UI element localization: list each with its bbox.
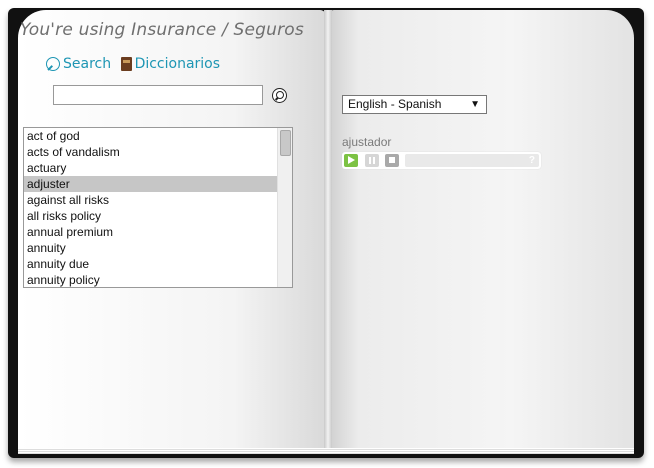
stop-icon[interactable] [385, 154, 399, 167]
pause-icon[interactable] [365, 154, 379, 167]
search-link-label: Search [63, 56, 112, 72]
translation-result: ajustador [342, 135, 392, 149]
list-item[interactable]: annuity due [24, 256, 292, 272]
list-item[interactable]: annual premium [24, 224, 292, 240]
page-title: You're using Insurance / Seguros [20, 20, 304, 40]
list-item[interactable]: annuity policy [24, 272, 292, 287]
list-item[interactable]: all risks policy [24, 208, 292, 224]
audio-progress[interactable]: ? [405, 154, 539, 167]
list-item[interactable]: acts of vandalism [24, 144, 292, 160]
right-page [328, 10, 634, 450]
search-icon [46, 57, 60, 71]
chevron-down-icon: ▼ [470, 99, 480, 110]
help-icon[interactable]: ? [529, 154, 535, 167]
list-scrollbar[interactable] [277, 128, 292, 287]
word-list[interactable]: act of god acts of vandalism actuary adjust… [23, 127, 293, 288]
language-select-value: English - Spanish [348, 97, 442, 111]
list-item[interactable]: annuity [24, 240, 292, 256]
dictionaries-link[interactable]: Diccionarios [120, 56, 221, 72]
book-icon [120, 57, 132, 71]
list-item[interactable]: act of god [24, 128, 292, 144]
search-input[interactable] [53, 85, 263, 105]
audio-player: ? [342, 152, 541, 169]
nav-links: Search Diccionarios [46, 56, 220, 75]
list-item[interactable]: against all risks [24, 192, 292, 208]
scroll-thumb[interactable] [280, 130, 291, 156]
magnifier-icon[interactable] [272, 88, 287, 103]
list-item[interactable]: actuary [24, 160, 292, 176]
page-edges [18, 448, 634, 454]
list-item[interactable]: adjuster [24, 176, 292, 192]
language-select[interactable]: English - Spanish ▼ [342, 95, 487, 114]
book-spine [324, 10, 332, 450]
search-link[interactable]: Search [46, 56, 111, 72]
dictionaries-link-label: Diccionarios [134, 56, 221, 72]
play-icon[interactable] [344, 154, 358, 167]
